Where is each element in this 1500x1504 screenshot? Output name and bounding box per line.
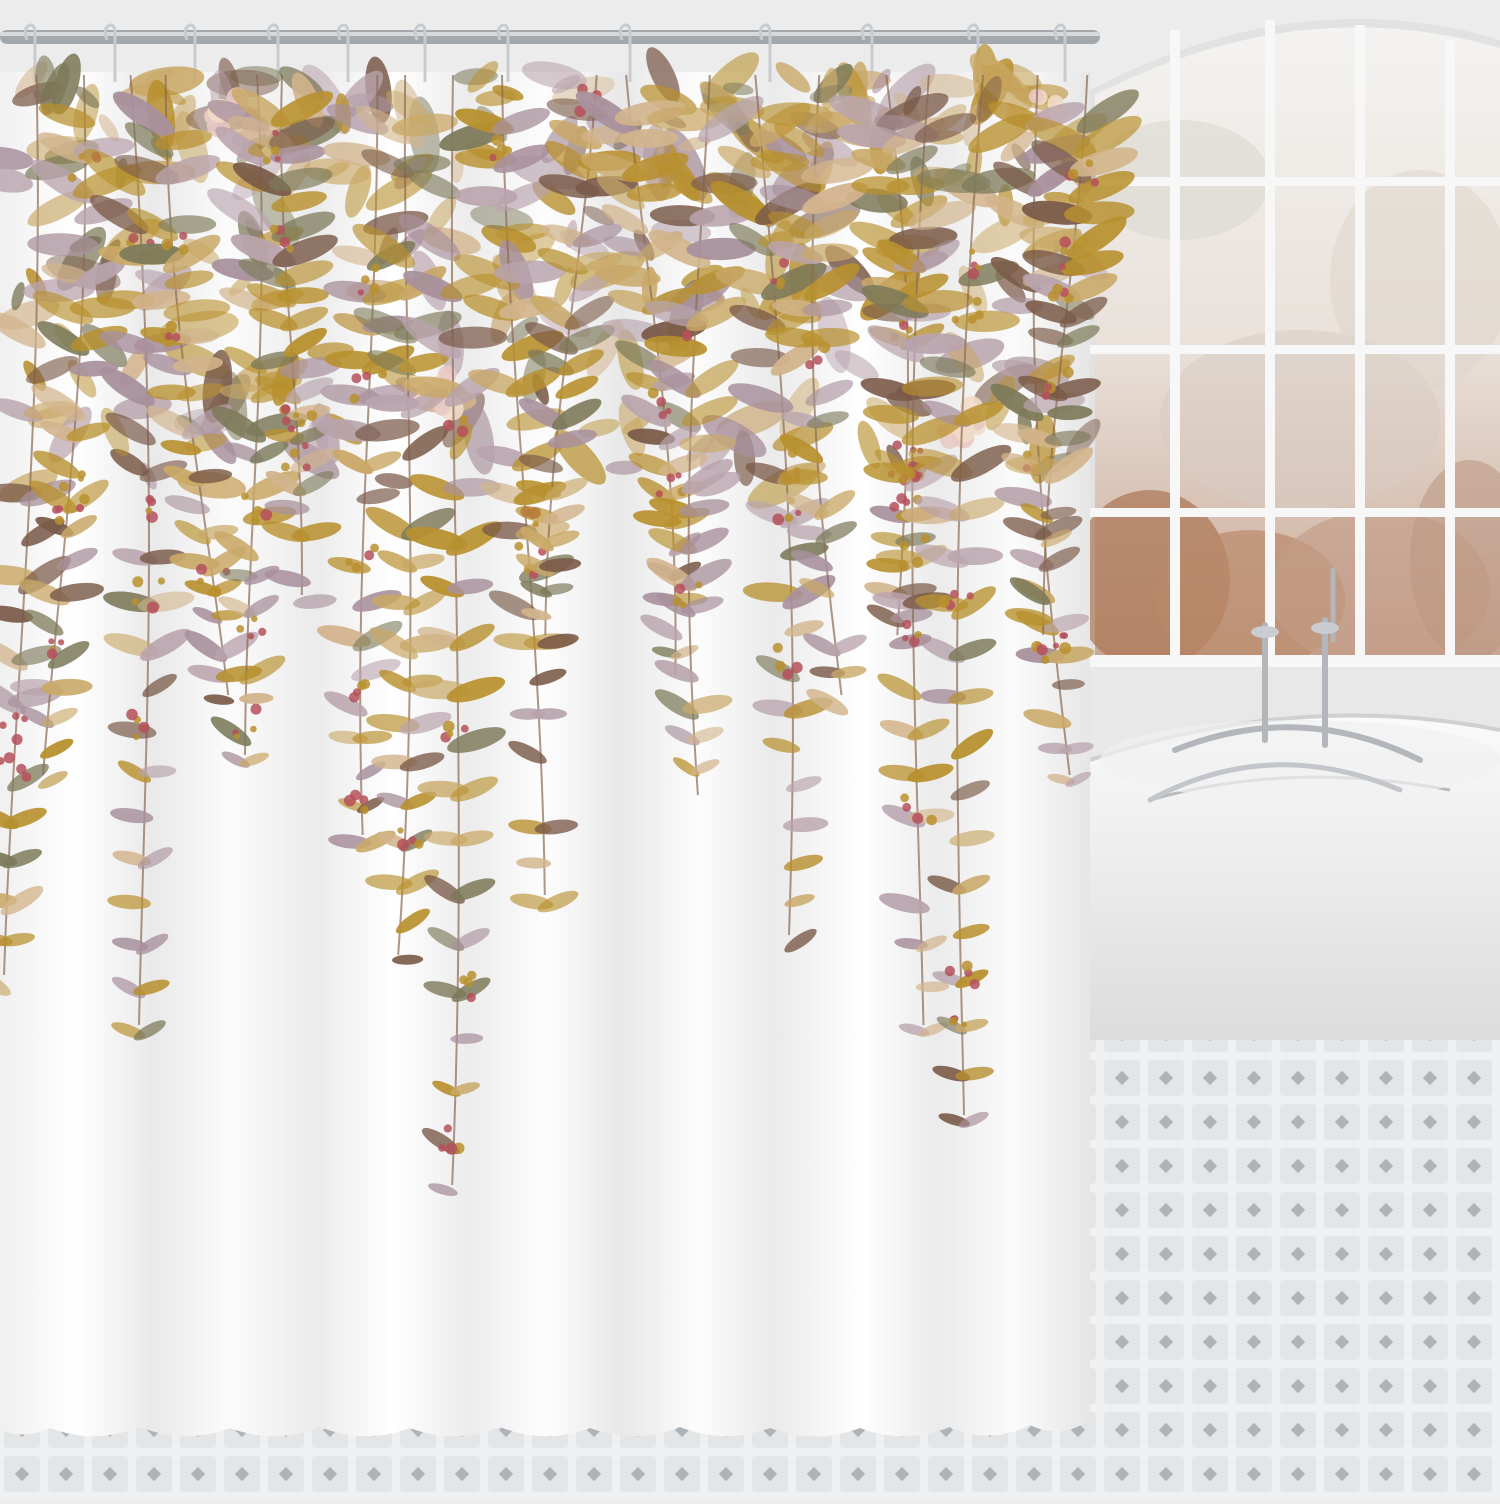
curtain-rod [0, 30, 1100, 44]
scene-illustration [0, 0, 1500, 1500]
bathroom-scene [0, 0, 1500, 1500]
